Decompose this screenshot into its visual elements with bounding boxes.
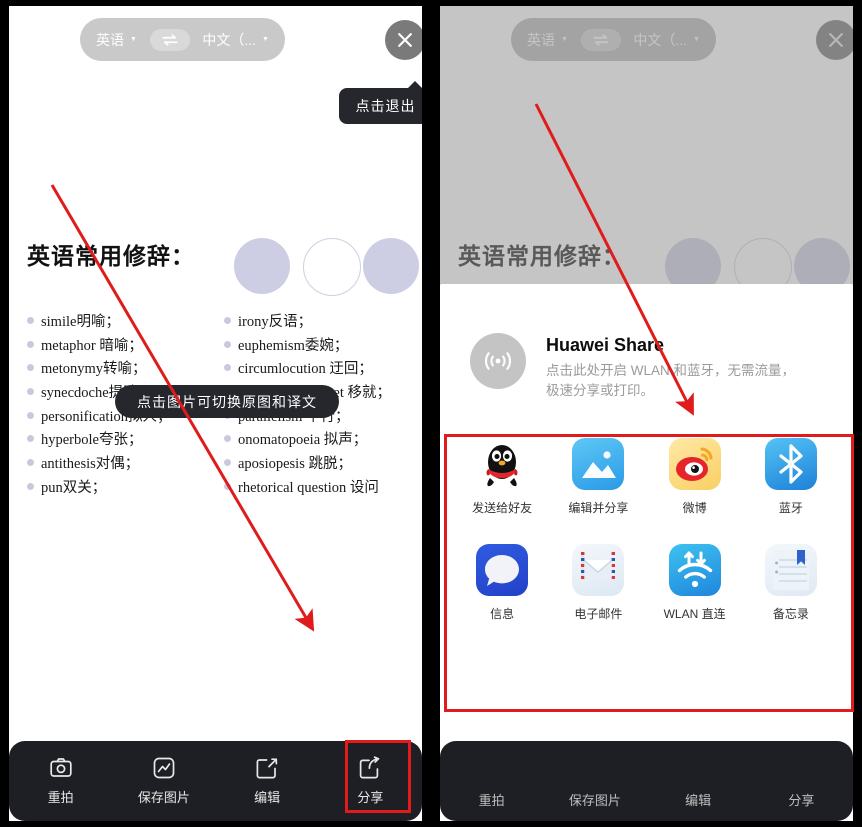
list-item-label: onomatopoeia 拟声； [238, 432, 368, 449]
list-item: antithesis对偶； [27, 456, 224, 474]
list-item: pun双关； [27, 480, 224, 498]
chevron-down-icon: ▼ [262, 36, 269, 43]
bullet-dot-icon [224, 482, 231, 490]
source-language-selector[interactable]: 英语 ▼ [96, 30, 137, 50]
bullet-dot-icon [27, 364, 34, 372]
huawei-share-title: Huawei Share [546, 335, 665, 355]
dual-screenshot-comparison: 英语常用修辞： simile明喻； metaphor 暗喻； metonymy转… [0, 0, 862, 827]
chevron-down-icon: ▼ [130, 36, 137, 43]
bullet-dot-icon [224, 317, 231, 324]
list-item: hyperbole夸张； [27, 432, 224, 450]
list-item-label: irony反语； [238, 314, 313, 330]
bullet-dot-icon [27, 482, 34, 490]
target-language-selector[interactable]: 中文（... ▼ [202, 30, 269, 50]
tooltip-pointer [407, 81, 422, 89]
list-item: euphemism委婉； [224, 338, 421, 356]
bullet-dot-icon [27, 317, 34, 324]
huawei-share-icon-wrap [470, 333, 526, 389]
bullet-dot-icon [27, 340, 34, 348]
decorative-circle [303, 238, 361, 296]
bullet-dot-icon [27, 459, 34, 467]
list-item: rhetorical question 设问 [224, 480, 421, 498]
bullet-dot-icon [27, 388, 34, 396]
list-item-label: simile明喻； [41, 314, 120, 330]
tooltip-switch-label: 点击图片可切换原图和译文 [137, 393, 317, 410]
toolbar-item-label: 分享 [788, 792, 815, 808]
toolbar-item-label: 编辑 [254, 790, 281, 805]
list-item: circumlocution 迂回； [224, 361, 421, 379]
tooltip-exit: 点击退出 [339, 81, 422, 124]
toolbar-item-share: 分享 [750, 754, 853, 809]
edit-icon [256, 758, 278, 779]
list-item-label: hyperbole夸张； [41, 432, 143, 449]
tooltip-switch-image: 点击图片可切换原图和译文 [115, 385, 339, 418]
swap-arrows-icon [162, 33, 178, 46]
list-item: aposiopesis 跳脱； [224, 456, 421, 474]
list-item-label: euphemism委婉； [238, 337, 349, 354]
tooltip-exit-label: 点击退出 [355, 98, 416, 114]
decorative-circle [234, 238, 290, 294]
toolbar-item-edit: 编辑 [647, 754, 750, 809]
toolbar-item-label: 重拍 [47, 790, 74, 805]
bullet-dot-icon [27, 435, 34, 443]
save-image-icon [153, 757, 175, 779]
list-item-label: rhetorical question 设问 [238, 479, 379, 496]
left-phone-screen: 英语常用修辞： simile明喻； metaphor 暗喻； metonymy转… [0, 0, 431, 827]
bullet-dot-icon [224, 364, 231, 372]
bottom-action-toolbar: 重拍 保存图片 编辑 分享 [440, 741, 853, 821]
list-item-label: circumlocution 迂回； [238, 361, 373, 378]
list-item: metonymy转喻； [27, 361, 224, 379]
list-item-label: antithesis对偶； [41, 456, 140, 473]
list-item-label: metaphor 暗喻； [41, 337, 143, 354]
annotation-highlight-app-grid [444, 434, 854, 712]
list-item: onomatopoeia 拟声； [224, 432, 421, 450]
source-language-label: 英语 [96, 31, 124, 48]
target-language-label: 中文（... [202, 31, 257, 48]
close-button[interactable] [385, 20, 422, 60]
huawei-share-text: Huawei Share 点击此处开启 WLAN 和蓝牙，无需流量，极速分享或打… [546, 333, 808, 400]
swap-languages-button[interactable] [149, 28, 190, 51]
huawei-share-subtitle: 点击此处开启 WLAN 和蓝牙，无需流量，极速分享或打印。 [546, 363, 796, 398]
bullet-dot-icon [27, 411, 34, 419]
language-selector-bar[interactable]: 英语 ▼ 中文（... ▼ [80, 18, 285, 61]
list-item: metaphor 暗喻； [27, 338, 224, 356]
list-item-label: metonymy转喻； [41, 361, 147, 378]
bullet-dot-icon [224, 459, 231, 467]
bullet-dot-icon [224, 340, 231, 348]
toolbar-item-label: 重拍 [478, 792, 505, 808]
toolbar-item-edit[interactable]: 编辑 [216, 756, 319, 806]
annotation-highlight-share-button [345, 740, 411, 813]
toolbar-item-label: 保存图片 [568, 792, 621, 808]
toolbar-item-save-image: 保存图片 [543, 754, 646, 809]
huawei-share-row[interactable]: Huawei Share 点击此处开启 WLAN 和蓝牙，无需流量，极速分享或打… [470, 333, 825, 400]
document-title: 英语常用修辞： [27, 244, 195, 269]
toolbar-item-label: 编辑 [685, 792, 712, 808]
close-icon [398, 33, 412, 47]
camera-icon [49, 758, 72, 777]
left-screen-content: 英语常用修辞： simile明喻； metaphor 暗喻； metonymy转… [9, 6, 422, 821]
toolbar-item-retake[interactable]: 重拍 [9, 756, 112, 806]
huawei-share-wave-icon [484, 352, 512, 370]
toolbar-item-save-image[interactable]: 保存图片 [112, 756, 215, 806]
list-item: irony反语； [224, 314, 421, 332]
toolbar-item-retake: 重拍 [440, 754, 543, 809]
bullet-dot-icon [224, 435, 231, 443]
toolbar-item-label: 保存图片 [137, 790, 190, 805]
list-item: simile明喻； [27, 314, 224, 332]
decorative-circle [363, 238, 419, 294]
list-item-label: pun双关； [41, 479, 107, 496]
list-item-label: aposiopesis 跳脱； [238, 456, 352, 473]
